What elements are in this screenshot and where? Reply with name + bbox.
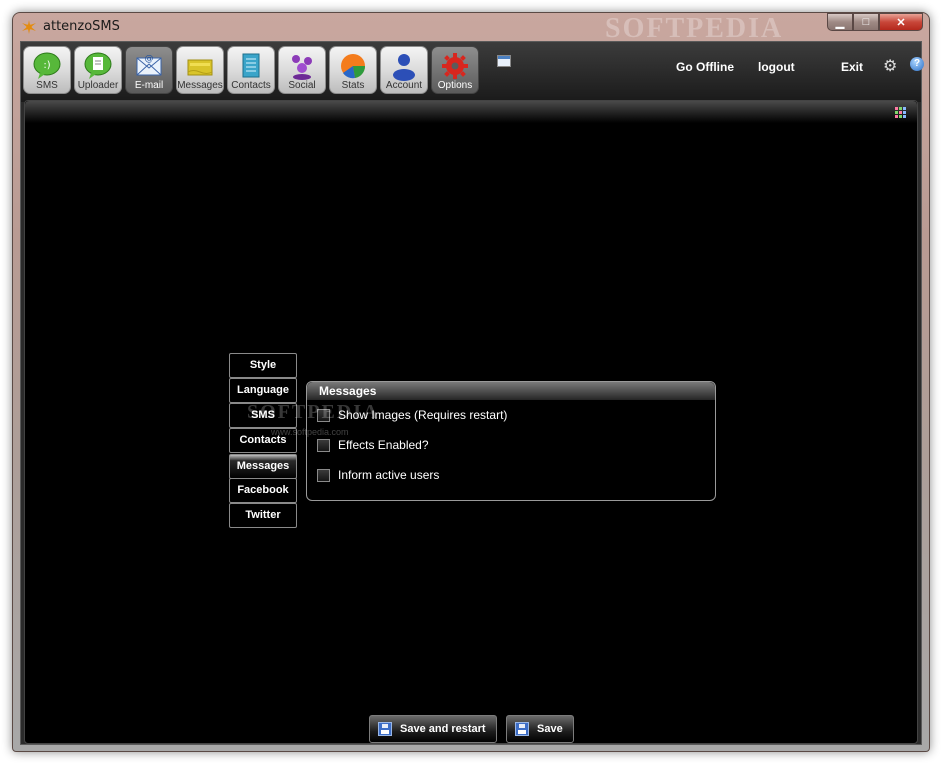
sms-bubble-icon: :) [33,52,61,79]
contacts-book-icon [242,53,260,78]
floppy-disk-icon [515,722,529,736]
svg-text:@: @ [145,54,154,64]
option-label: Inform active users [338,468,440,482]
tab-label: Contacts [231,80,271,91]
tab-sms[interactable]: :) SMS [23,46,71,94]
watermark-url: www.softpedia.com [271,427,349,437]
floppy-disk-icon [378,722,392,736]
watermark: SOFTPEDIA [247,401,380,423]
tab-uploader[interactable]: Uploader [74,46,122,94]
inform-active-users-checkbox[interactable] [317,468,330,482]
tab-label: Social [288,80,316,91]
option-effects-enabled[interactable]: Effects Enabled? [317,438,429,452]
options-tab-style[interactable]: Style [229,353,297,378]
options-tab-twitter[interactable]: Twitter [229,503,297,528]
tab-contacts[interactable]: Contacts [227,46,275,94]
tab-label: E-mail [134,80,164,91]
save-and-restart-button[interactable]: Save and restart [369,715,497,743]
title-bar[interactable]: attenzoSMS SOFTPEDIA ▁ □ ✕ [13,13,929,44]
stats-pie-icon [341,54,366,79]
options-tab-messages[interactable]: Messages [229,454,297,479]
grid-view-icon[interactable] [895,107,906,118]
tab-label: Uploader [77,80,119,91]
group-title: Messages [319,384,377,398]
panel-header [25,101,917,123]
option-inform-active-users[interactable]: Inform active users [317,468,439,482]
tab-label: SMS [36,80,58,91]
email-envelope-icon: @ [136,54,162,76]
save-button[interactable]: Save [506,715,574,743]
window-mode-icon[interactable] [497,55,511,67]
tab-email[interactable]: @ E-mail [125,46,173,94]
app-logo-icon [22,20,36,34]
tab-messages[interactable]: Messages [176,46,224,94]
options-gear-icon [442,53,468,79]
account-person-icon [393,54,415,81]
button-label: Save [537,723,563,735]
messages-options-group: Messages Show Images (Requires restart) … [306,381,716,501]
maximize-button[interactable]: □ [853,13,879,31]
window-title: attenzoSMS [43,19,120,34]
svg-text::): :) [43,60,50,71]
main-toolbar: :) SMS Uploader @ E-mail Messages Contac… [21,42,924,102]
app-window: attenzoSMS SOFTPEDIA ▁ □ ✕ :) SMS Upload… [12,12,930,752]
messages-folder-icon [187,59,213,76]
tab-social[interactable]: Social [278,46,326,94]
tab-label: Options [437,80,473,91]
close-button[interactable]: ✕ [879,13,923,31]
client-area: :) SMS Uploader @ E-mail Messages Contac… [20,41,924,745]
content-panel: Style Language SMS Contacts Messages Fac… [24,100,918,744]
window-controls: ▁ □ ✕ [827,13,923,31]
uploader-bubble-icon [84,52,112,79]
effects-enabled-checkbox[interactable] [317,438,330,452]
tab-account[interactable]: Account [380,46,428,94]
tab-label: Stats [341,80,365,91]
group-header: Messages [307,382,715,400]
social-people-icon [292,55,312,80]
go-offline-link[interactable]: Go Offline [676,60,734,74]
minimize-button[interactable]: ▁ [827,13,853,31]
option-label: Effects Enabled? [338,438,429,452]
help-icon[interactable]: ? [910,57,924,71]
options-tab-facebook[interactable]: Facebook [229,478,297,503]
exit-link[interactable]: Exit [841,60,863,74]
button-label: Save and restart [400,723,486,735]
tab-options[interactable]: Options [431,46,479,94]
logout-link[interactable]: logout [758,60,795,74]
settings-gear-icon[interactable]: ⚙ [883,56,897,76]
tab-label: Account [385,80,423,91]
tab-label: Messages [177,80,223,91]
options-tab-language[interactable]: Language [229,378,297,403]
tab-stats[interactable]: Stats [329,46,377,94]
